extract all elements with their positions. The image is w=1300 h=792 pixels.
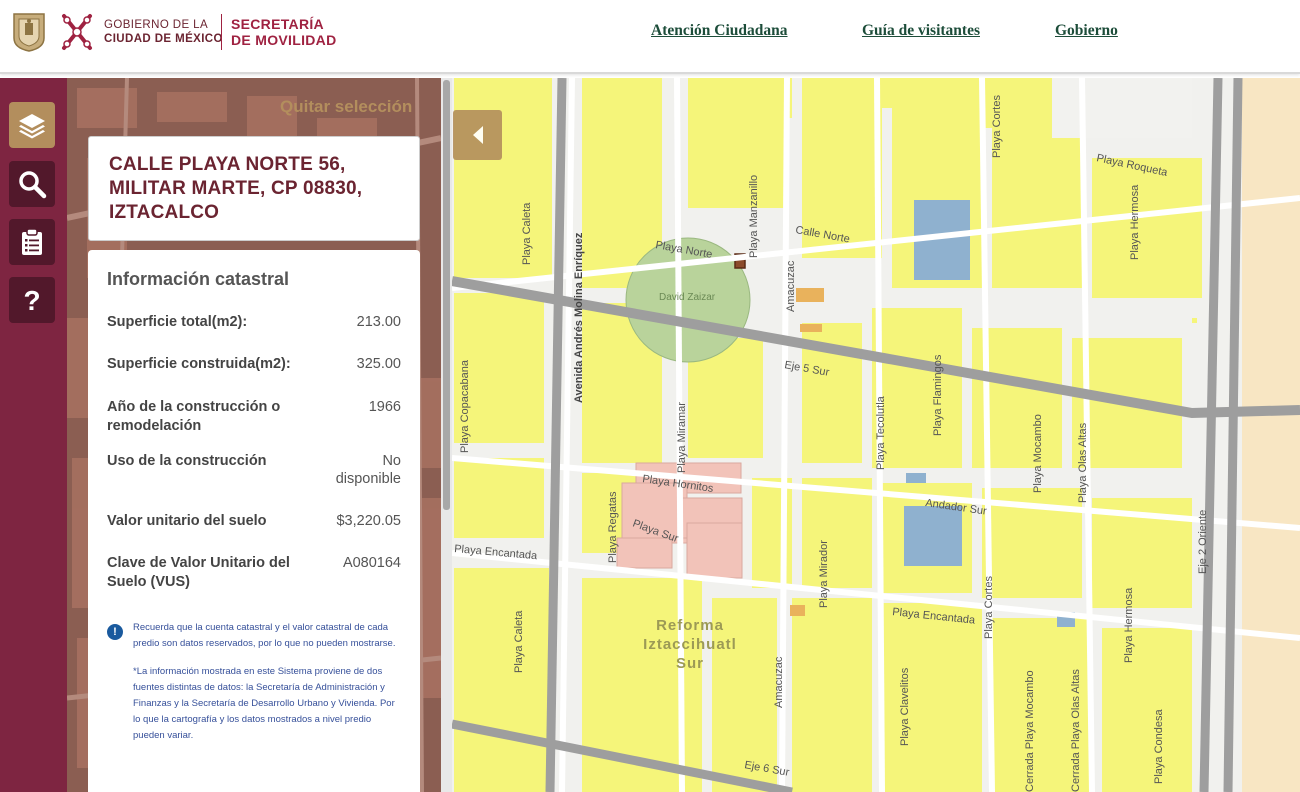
info-row: Superficie construida(m2): 325.00 <box>107 355 401 374</box>
map-label-playa-clavelitos: Playa Clavelitos <box>899 667 911 746</box>
info-title: Información catastral <box>107 269 290 289</box>
cdmx-government-logo <box>62 14 92 50</box>
tool-rail: ? <box>0 78 67 792</box>
info-value: $3,220.05 <box>336 513 401 529</box>
secretariat-name: SECRETARÍA DE MOVILIDAD <box>231 16 337 48</box>
address-line1: CALLE PLAYA NORTE 56, <box>109 154 346 175</box>
logo-divider <box>221 14 222 50</box>
info-row: Año de la construcción o remodelación 19… <box>107 398 401 436</box>
info-row: Uso de la construcción No disponible <box>107 452 401 488</box>
site-header: GOBIERNO DE LA CIUDAD DE MÉXICO SECRETAR… <box>0 0 1300 74</box>
nav-atencion-ciudadana[interactable]: Atención Ciudadana <box>651 22 788 40</box>
sec-line2: DE MOVILIDAD <box>231 32 337 48</box>
clear-selection-link[interactable]: Quitar selección <box>280 97 412 117</box>
collapse-panel-button[interactable] <box>453 110 502 160</box>
info-label: Superficie total(m2): <box>107 314 248 330</box>
search-icon <box>19 171 47 199</box>
privacy-notice-text: Recuerda que la cuenta catastral y el va… <box>133 622 396 649</box>
panel-scrollbar[interactable] <box>441 78 452 792</box>
info-label: Superficie construida(m2): <box>107 356 291 372</box>
nav-gobierno[interactable]: Gobierno <box>1055 22 1118 40</box>
map-label-cerrada-olas-altas: Cerrada Playa Olas Altas <box>1070 669 1082 792</box>
government-name: GOBIERNO DE LA CIUDAD DE MÉXICO <box>104 18 223 46</box>
map-label-amacuzac-top: Amacuzac <box>785 260 797 312</box>
map-label-david-zaizar: David Zaizar <box>659 292 716 303</box>
panel-scrollbar-thumb[interactable] <box>443 80 450 510</box>
map-label-playa-condesa: Playa Condesa <box>1153 709 1165 784</box>
info-value: No disponible <box>335 453 401 487</box>
sec-line1: SECRETARÍA <box>231 16 324 32</box>
map-label-playa-copacabana: Playa Copacabana <box>459 359 471 453</box>
nav-guia-visitantes[interactable]: Guía de visitantes <box>862 22 980 40</box>
info-row: Superficie total(m2): 213.00 <box>107 313 401 332</box>
map-label-avenida: Avenida Andrés Molina Enríquez <box>573 232 585 403</box>
gov-line1: GOBIERNO DE LA <box>104 19 209 31</box>
map-label-amacuzac-bottom: Amacuzac <box>773 656 785 708</box>
info-value: 325.00 <box>356 356 401 372</box>
info-label: Año de la construcción o remodelación <box>107 399 281 434</box>
help-button[interactable]: ? <box>9 277 55 323</box>
map-label-playa-cortes-top: Playa Cortes <box>991 95 1003 158</box>
map-label-playa-olas-altas-top: Playa Olas Altas <box>1077 422 1089 503</box>
map-label-playa-flamingos: Playa Flamingos <box>932 354 944 436</box>
map-label-playa-caleta-top: Playa Caleta <box>521 202 533 265</box>
svg-text:?: ? <box>23 285 40 315</box>
info-icon: ! <box>107 624 123 640</box>
clipboard-icon <box>22 228 42 255</box>
map-label-playa-manzanillo: Playa Manzanillo <box>748 175 760 258</box>
gov-line2: CIUDAD DE MÉXICO <box>104 33 223 45</box>
map-label-playa-mocambo-top: Playa Mocambo <box>1032 414 1044 493</box>
privacy-notice: ! Recuerda que la cuenta catastral y el … <box>107 620 401 652</box>
layers-icon <box>19 114 45 139</box>
chevron-left-icon <box>472 126 483 144</box>
cadastral-info-card: Información catastral Superficie total(m… <box>88 250 420 792</box>
map-label-playa-miramar: Playa Miramar <box>676 402 688 473</box>
cdmx-shield-logo <box>13 13 45 52</box>
map-label-playa-hermosa-top: Playa Hermosa <box>1129 184 1141 260</box>
address-card: CALLE PLAYA NORTE 56, MILITAR MARTE, CP … <box>88 136 420 241</box>
map-label-neighborhood-2: Iztaccihuatl <box>643 636 737 653</box>
info-value: A080164 <box>342 555 401 571</box>
info-label: Valor unitario del suelo <box>107 513 267 529</box>
info-row: Clave de Valor Unitario del Suelo (VUS) … <box>107 554 401 592</box>
map-label-playa-mirador: Playa Mirador <box>818 540 830 608</box>
address-line3: IZTACALCO <box>109 202 220 223</box>
map-label-playa-cortes-bottom: Playa Cortes <box>983 576 995 639</box>
info-label: Uso de la construcción <box>107 453 267 469</box>
search-button[interactable] <box>9 161 55 207</box>
map-label-eje-2-oriente: Eje 2 Oriente <box>1197 510 1209 574</box>
map-label-cerrada-mocambo: Cerrada Playa Mocambo <box>1024 670 1036 792</box>
beige-zone <box>1242 78 1300 792</box>
map-label-playa-tecolutla: Playa Tecolutla <box>875 395 887 470</box>
data-source-note: *La información mostrada en este Sistema… <box>133 666 395 741</box>
map-label-playa-caleta-bottom: Playa Caleta <box>513 610 525 673</box>
info-value: 213.00 <box>356 314 401 330</box>
help-icon: ? <box>23 285 40 315</box>
layers-button[interactable] <box>9 102 55 148</box>
info-row: Valor unitario del suelo $3,220.05 <box>107 512 401 531</box>
info-label: Clave de Valor Unitario del Suelo (VUS) <box>107 555 290 590</box>
map-label-neighborhood-3: Sur <box>676 655 704 672</box>
map-label-playa-regatas: Playa Regatas <box>607 491 619 563</box>
map-view[interactable]: Playa Norte Calle Norte Playa Roqueta Pl… <box>452 78 1300 792</box>
map-label-neighborhood-1: Reforma <box>656 617 724 634</box>
info-value: 1966 <box>368 399 401 415</box>
report-button[interactable] <box>9 219 55 265</box>
map-label-playa-hermosa-bottom: Playa Hermosa <box>1123 587 1135 663</box>
address-line2: MILITAR MARTE, CP 08830, <box>109 178 363 199</box>
